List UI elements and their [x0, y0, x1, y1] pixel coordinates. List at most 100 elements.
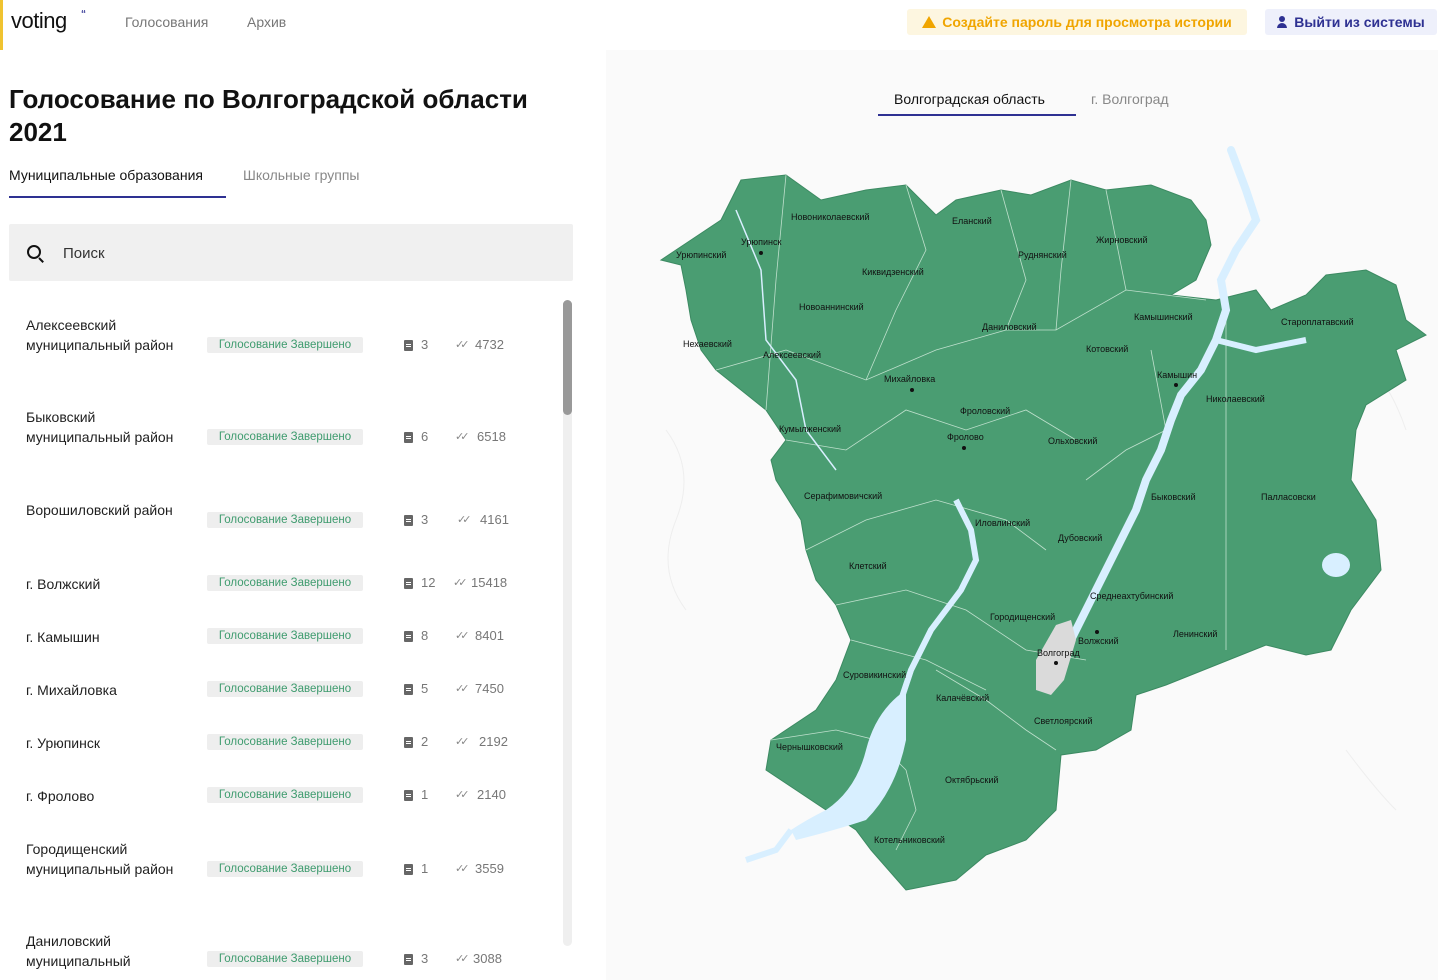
document-icon [404, 340, 413, 351]
doc-count: 12 [421, 575, 436, 590]
double-check-icon: ✓✓ [455, 789, 470, 801]
list-item[interactable]: Быковский муниципальный район Голосовани… [9, 407, 559, 471]
map-label: Кумылженский [779, 424, 841, 434]
double-check-icon: ✓✓ [455, 339, 470, 351]
vote-count: 2192 [479, 734, 508, 749]
doc-count: 3 [421, 337, 429, 352]
map-label: Староплатавский [1281, 317, 1354, 327]
map-label: Среднеахтубинский [1090, 591, 1173, 601]
tab-school-groups[interactable]: Школьные группы [243, 167, 359, 183]
nav-archive[interactable]: Архив [247, 14, 286, 30]
map-label: Руднянский [1018, 250, 1067, 260]
scrollbar-thumb[interactable] [563, 300, 572, 415]
map-label: Нехаевский [683, 339, 732, 349]
map-label: Чернышковский [776, 742, 843, 752]
list-scrollbar[interactable] [563, 300, 572, 946]
status-badge: Голосование Завершено [207, 429, 363, 445]
list-item-name: г. Волжский [26, 576, 101, 592]
logout-button[interactable]: Выйти из системы [1265, 9, 1437, 35]
create-password-button[interactable]: Создайте пароль для просмотра истории [907, 9, 1247, 35]
tab-underline [9, 196, 226, 198]
vote-count: 8401 [475, 628, 504, 643]
vote-count: 2140 [477, 787, 506, 802]
list-item-name: г. Урюпинск [26, 735, 100, 751]
list-item[interactable]: Даниловский муниципальный Голосование За… [9, 931, 559, 975]
map-label: Алексеевский [763, 350, 821, 360]
map-label: Волгоград [1037, 648, 1080, 658]
city-dot [1174, 383, 1178, 387]
map-label: Жирновский [1096, 235, 1148, 245]
map-label: Дубовский [1058, 533, 1102, 543]
status-badge: Голосование Завершено [207, 337, 363, 353]
list-item-name: Городищенский муниципальный район [26, 841, 174, 877]
city-dot [1095, 630, 1099, 634]
document-icon [404, 684, 413, 695]
map-tab-underline [878, 114, 1076, 116]
search-input[interactable] [61, 240, 545, 266]
doc-count: 3 [421, 512, 429, 527]
double-check-icon: ✓✓ [455, 863, 470, 875]
region-map[interactable]: Новониколаевский Еланский Урюпинск Жирновск… [606, 50, 1438, 980]
create-password-label: Создайте пароль для просмотра истории [942, 14, 1232, 30]
doc-count: 1 [421, 787, 429, 802]
vote-count: 7450 [475, 681, 504, 696]
map-label: Фроловский [960, 406, 1010, 416]
map-label: Камышин [1157, 370, 1197, 380]
map-label: Урюпинск [741, 237, 781, 247]
municipality-list: Алексеевский муниципальный район Голосов… [9, 300, 559, 980]
double-check-icon: ✓✓ [455, 953, 470, 965]
map-label: Светлоярский [1034, 716, 1093, 726]
map-label: Даниловский [982, 322, 1037, 332]
status-badge: Голосование Завершено [207, 861, 363, 877]
left-panel: Голосование по Волгоградской области 202… [0, 50, 606, 980]
double-check-icon: ✓✓ [455, 736, 470, 748]
map-label: Иловлинский [975, 518, 1030, 528]
doc-count: 8 [421, 628, 429, 643]
doc-count: 1 [421, 861, 429, 876]
double-check-icon: ✓✓ [455, 431, 470, 443]
status-badge: Голосование Завершено [207, 787, 363, 803]
map-label: Ленинский [1173, 629, 1217, 639]
map-panel: Новониколаевский Еланский Урюпинск Жирновск… [606, 50, 1438, 980]
tab-volgograd-city[interactable]: г. Волгоград [1091, 91, 1169, 107]
list-item[interactable]: Городищенский муниципальный район Голосо… [9, 839, 559, 903]
map-label: Волжский [1078, 636, 1119, 646]
logo[interactable]: voting [11, 8, 67, 34]
nav-votings[interactable]: Голосования [125, 14, 208, 30]
map-label: Еланский [952, 216, 992, 226]
double-check-icon: ✓✓ [453, 577, 468, 589]
tab-municipal[interactable]: Муниципальные образования [9, 167, 203, 183]
city-dot [910, 388, 914, 392]
document-icon [404, 578, 413, 589]
map-label: Фролово [947, 432, 984, 442]
document-icon [404, 737, 413, 748]
warning-icon [922, 16, 937, 28]
status-badge: Голосование Завершено [207, 681, 363, 697]
list-item[interactable]: Ворошиловский район Голосование Завершен… [9, 500, 559, 544]
map-label: Урюпинский [676, 250, 726, 260]
map-label: Ольховский [1048, 436, 1097, 446]
doc-count: 3 [421, 951, 429, 966]
vote-count: 4732 [475, 337, 504, 352]
city-dot [1054, 661, 1058, 665]
list-item-name: г. Фролово [26, 788, 95, 804]
status-badge: Голосование Завершено [207, 734, 363, 750]
document-icon [404, 790, 413, 801]
map-label: Котельниковский [874, 835, 945, 845]
list-item[interactable]: г. Михайловка Голосование Завершено 5 ✓✓… [9, 680, 559, 700]
tab-volgograd-region[interactable]: Волгоградская область [894, 91, 1045, 107]
map-label: Новониколаевский [791, 212, 869, 222]
list-item[interactable]: г. Волжский Голосование Завершено 12 ✓✓ … [9, 574, 559, 594]
logout-label: Выйти из системы [1294, 14, 1425, 30]
list-item-name: Быковский муниципальный район [26, 409, 174, 445]
list-item[interactable]: г. Фролово Голосование Завершено 1 ✓✓ 21… [9, 786, 559, 806]
map-label: Котовский [1086, 344, 1128, 354]
list-item-name: г. Камышин [26, 629, 100, 645]
map-label: Николаевский [1206, 394, 1265, 404]
map-label: Серафимовичский [804, 491, 882, 501]
list-item[interactable]: г. Камышин Голосование Завершено 8 ✓✓ 84… [9, 627, 559, 647]
list-item[interactable]: Алексеевский муниципальный район Голосов… [9, 315, 559, 379]
list-item[interactable]: г. Урюпинск Голосование Завершено 2 ✓✓ 2… [9, 733, 559, 753]
double-check-icon: ✓✓ [457, 514, 472, 526]
map-label: Октябрьский [945, 775, 998, 785]
